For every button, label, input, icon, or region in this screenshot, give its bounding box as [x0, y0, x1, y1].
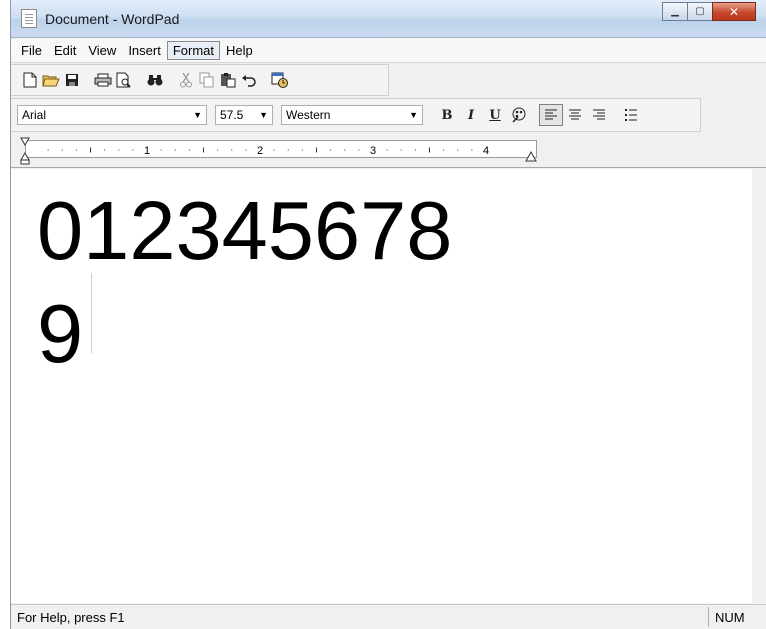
- copy-button[interactable]: [196, 69, 217, 91]
- cut-scissors-icon: [179, 72, 192, 88]
- bold-icon: B: [441, 107, 453, 123]
- menu-bar: File Edit View Insert Format Help: [11, 39, 766, 63]
- num-lock-indicator: NUM: [708, 607, 762, 627]
- print-button[interactable]: [92, 69, 113, 91]
- maximize-button[interactable]: ▢: [687, 2, 713, 21]
- ruler-ticks: 1 2 3 4: [47, 145, 489, 157]
- menu-insert[interactable]: Insert: [122, 41, 167, 60]
- find-button[interactable]: [144, 69, 165, 91]
- color-palette-icon: [512, 107, 526, 123]
- save-disk-icon: [65, 74, 78, 86]
- title-bar[interactable]: Document - WordPad ▁ ▢ ✕: [11, 0, 766, 38]
- minimize-icon: ▁: [671, 6, 679, 17]
- font-size-value: 57.5: [220, 108, 244, 122]
- bold-button[interactable]: B: [435, 104, 459, 126]
- font-name-value: Arial: [22, 108, 47, 122]
- undo-icon: [241, 75, 256, 87]
- ruler-number: 3: [370, 145, 376, 157]
- minimize-button[interactable]: ▁: [662, 2, 688, 21]
- close-icon: ✕: [728, 4, 740, 19]
- insert-datetime-icon: [271, 72, 288, 88]
- chevron-down-icon: ▼: [409, 110, 418, 120]
- font-size-select[interactable]: 57.5 ▼: [215, 105, 273, 125]
- window-controls: ▁ ▢ ✕: [662, 2, 756, 21]
- paste-button[interactable]: [217, 69, 238, 91]
- ruler-number: 2: [257, 145, 263, 157]
- bullets-button[interactable]: [619, 104, 643, 126]
- copy-icon: [199, 72, 213, 88]
- print-preview-icon: [116, 72, 131, 88]
- standard-toolbar: [11, 64, 389, 96]
- wordpad-window: Document - WordPad ▁ ▢ ✕ File Edit View …: [10, 0, 766, 629]
- text-caret: [91, 273, 92, 353]
- save-button[interactable]: [61, 69, 82, 91]
- document-line-2: 9: [37, 287, 84, 380]
- status-help-text: For Help, press F1: [17, 609, 125, 625]
- wordpad-app-icon[interactable]: [21, 9, 37, 28]
- close-button[interactable]: ✕: [712, 2, 756, 21]
- find-binoculars-icon: [147, 75, 162, 86]
- window-title: Document - WordPad: [45, 11, 180, 27]
- chevron-down-icon: ▼: [259, 110, 268, 120]
- underline-icon: U: [489, 107, 501, 123]
- align-center-button[interactable]: [563, 104, 587, 126]
- paste-icon: [220, 73, 235, 88]
- new-document-icon: [23, 72, 36, 88]
- ruler-number: 1: [144, 145, 150, 157]
- document-line-1: 012345678: [37, 184, 453, 277]
- document-text[interactable]: 012345678 9: [37, 179, 452, 385]
- ruler-bar: 1 2 3 4: [11, 134, 766, 168]
- align-right-icon: [593, 109, 605, 120]
- format-toolbar: Arial ▼ 57.5 ▼ Western ▼ B I U: [11, 98, 701, 132]
- first-line-indent-marker[interactable]: [19, 136, 33, 166]
- italic-icon: I: [467, 107, 475, 123]
- print-icon: [94, 73, 111, 87]
- chevron-down-icon: ▼: [193, 110, 202, 120]
- cut-button[interactable]: [175, 69, 196, 91]
- undo-button[interactable]: [238, 69, 259, 91]
- align-left-button[interactable]: [539, 104, 563, 126]
- menu-help[interactable]: Help: [220, 41, 259, 60]
- status-bar: For Help, press F1 NUM: [11, 604, 766, 629]
- right-indent-marker[interactable]: [525, 150, 539, 164]
- new-button[interactable]: [19, 69, 40, 91]
- ruler[interactable]: 1 2 3 4: [25, 140, 537, 158]
- font-script-value: Western: [286, 108, 331, 122]
- font-script-select[interactable]: Western ▼: [281, 105, 423, 125]
- italic-button[interactable]: I: [459, 104, 483, 126]
- menu-edit[interactable]: Edit: [48, 41, 82, 60]
- color-button[interactable]: [507, 104, 531, 126]
- open-button[interactable]: [40, 69, 61, 91]
- align-center-icon: [569, 109, 581, 120]
- align-right-button[interactable]: [587, 104, 611, 126]
- bullets-icon: [625, 109, 637, 121]
- ruler-number: 4: [483, 145, 489, 157]
- open-folder-icon: [41, 75, 60, 87]
- font-name-select[interactable]: Arial ▼: [17, 105, 207, 125]
- menu-view[interactable]: View: [82, 41, 122, 60]
- print-preview-button[interactable]: [113, 69, 134, 91]
- insert-datetime-button[interactable]: [269, 69, 290, 91]
- underline-button[interactable]: U: [483, 104, 507, 126]
- menu-format[interactable]: Format: [166, 41, 220, 60]
- menu-file[interactable]: File: [15, 41, 48, 60]
- maximize-icon: ▢: [695, 6, 705, 17]
- document-area[interactable]: 012345678 9: [11, 169, 766, 603]
- align-left-icon: [545, 109, 557, 120]
